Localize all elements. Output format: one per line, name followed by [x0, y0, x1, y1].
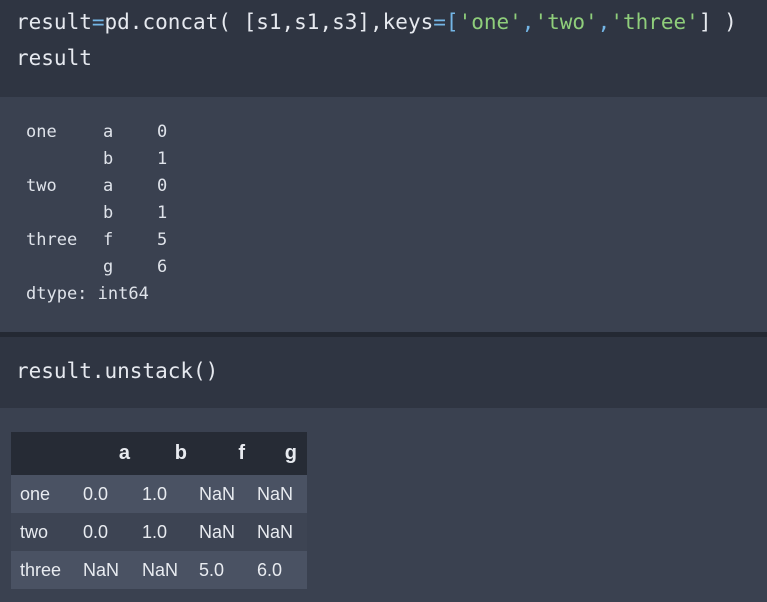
operator-token: = — [91, 10, 105, 34]
series-output: one a 0 b 1 two a 0 b 1 three f 5 g 6 dtype: int64 — [26, 119, 187, 308]
table-cell: 1.0 — [142, 521, 168, 542]
column-header: g — [255, 432, 307, 475]
table-cell: 5.0 — [199, 559, 225, 580]
dtype-line: dtype: int64 — [26, 284, 149, 304]
comma-token: , — [521, 10, 535, 34]
series-index-level1: b — [103, 203, 114, 223]
closing-token: ] ) — [698, 10, 737, 34]
cell-2-output: abfg one 0.0 1.0 NaN NaN two 0.0 1.0 NaN NaN three… — [0, 408, 767, 602]
notebook: result=pd.concat( [s1,s1,s3],keys=['one'… — [0, 0, 767, 602]
series-index-level0: two — [26, 176, 57, 196]
series-row: two a 0 — [26, 173, 187, 200]
series-index-level1: g — [103, 257, 114, 277]
bracket-token: [ — [445, 10, 459, 34]
table-cell: NaN — [83, 559, 120, 580]
series-index-level0: three — [26, 230, 78, 250]
series-value: 1 — [157, 149, 168, 169]
series-index-level1: a — [103, 122, 114, 142]
comma-token: , — [597, 10, 611, 34]
cell-1-output: one a 0 b 1 two a 0 b 1 three f 5 g 6 dtype: int64 — [0, 97, 767, 332]
series-index-level0 — [26, 254, 103, 281]
series-rows: one a 0 b 1 two a 0 b 1 three f 5 g 6 — [26, 119, 187, 281]
series-value: 1 — [157, 203, 168, 223]
table-cell: 0.0 — [83, 483, 109, 504]
table-cell: NaN — [199, 521, 236, 542]
table-row: three NaN NaN 5.0 6.0 — [11, 551, 307, 589]
index-header-cell — [11, 432, 81, 475]
string-token: 'three' — [610, 10, 699, 34]
code-line-1: result.unstack() — [16, 359, 219, 383]
series-row: b1 — [26, 200, 187, 227]
series-index-level1: b — [103, 149, 114, 169]
row-index-label: three — [20, 559, 62, 580]
row-index-label: two — [20, 521, 49, 542]
string-token: 'one' — [458, 10, 522, 34]
table-cell: 0.0 — [83, 521, 109, 542]
series-value: 0 — [157, 122, 168, 142]
series-index-level0 — [26, 146, 103, 173]
code-cell-1-input[interactable]: result=pd.concat( [s1,s1,s3],keys=['one'… — [0, 0, 767, 97]
call-token: pd.concat( [s1,s1,s3],keys — [104, 10, 434, 34]
series-index-level1: f — [103, 230, 114, 250]
series-row: g6 — [26, 254, 187, 281]
series-index-level0: one — [26, 122, 57, 142]
table-body: one 0.0 1.0 NaN NaN two 0.0 1.0 NaN NaN three NaN Na… — [11, 475, 307, 589]
table-cell: 6.0 — [257, 559, 283, 580]
series-value: 6 — [157, 257, 168, 277]
series-value: 0 — [157, 176, 168, 196]
series-value: 5 — [157, 230, 168, 250]
table-cell: NaN — [257, 483, 294, 504]
column-header: b — [140, 432, 197, 475]
code-line-2: result — [16, 46, 92, 70]
series-index-level1: a — [103, 176, 114, 196]
row-index-label: one — [20, 483, 51, 504]
table-cell: NaN — [142, 559, 179, 580]
series-index-level0 — [26, 200, 103, 227]
operator-token: = — [433, 10, 446, 34]
table-cell: NaN — [257, 521, 294, 542]
column-header: a — [81, 432, 140, 475]
dataframe-table: abfg one 0.0 1.0 NaN NaN two 0.0 1.0 NaN NaN three… — [11, 432, 307, 589]
table-row: one 0.0 1.0 NaN NaN — [11, 475, 307, 513]
series-row: three f 5 — [26, 227, 187, 254]
code-cell-2-input[interactable]: result.unstack() — [0, 337, 767, 408]
table-header-row: abfg — [11, 432, 307, 475]
column-header: f — [197, 432, 255, 475]
code-line-1: result=pd.concat( [s1,s1,s3],keys=['one'… — [16, 8, 737, 36]
series-row: b1 — [26, 146, 187, 173]
table-cell: NaN — [199, 483, 236, 504]
table-row: two 0.0 1.0 NaN NaN — [11, 513, 307, 551]
var-token: result — [16, 10, 92, 34]
series-row: one a 0 — [26, 119, 187, 146]
table-cell: 1.0 — [142, 483, 168, 504]
string-token: 'two' — [534, 10, 598, 34]
